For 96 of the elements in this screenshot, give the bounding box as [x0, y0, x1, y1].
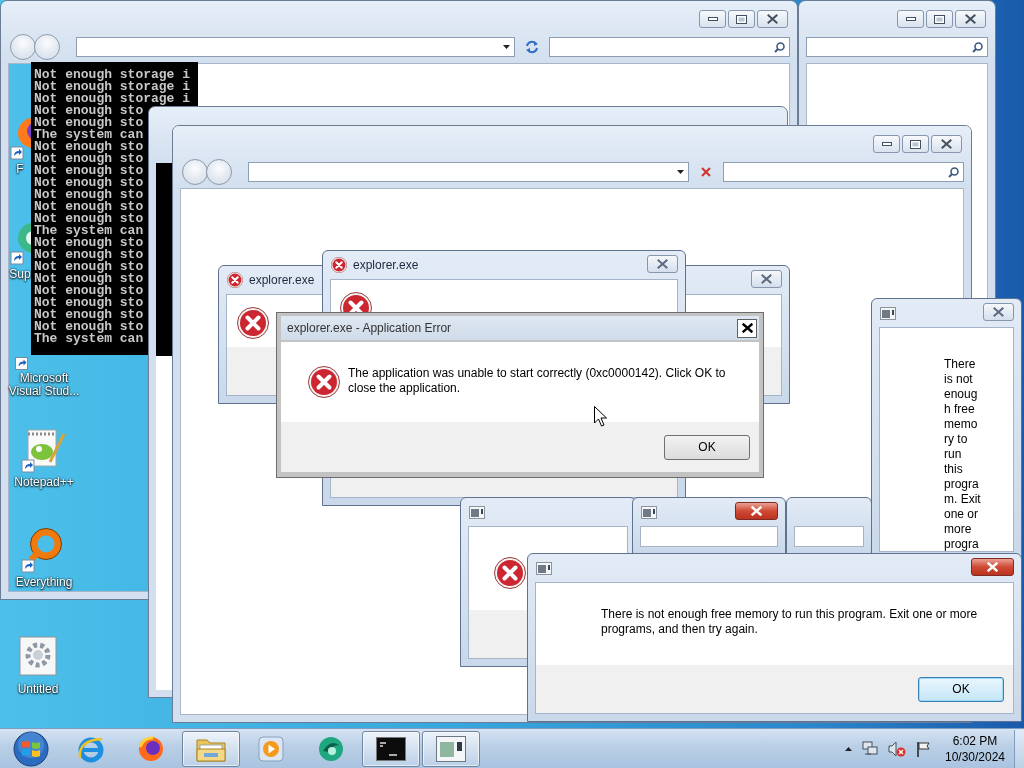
taskbar-button[interactable] [362, 730, 420, 767]
chevron-up-icon [845, 746, 852, 751]
shortcut-arrow-icon [15, 357, 28, 370]
message-text: The application was unable to start correctly (0xc0000142). Click OK to close the application. [348, 366, 727, 396]
close-button[interactable] [737, 318, 757, 338]
minimize-button[interactable] [873, 135, 900, 153]
error-icon [331, 257, 347, 273]
console-line: Not enough sto [34, 249, 145, 261]
address-field[interactable] [76, 37, 515, 57]
desktop-shortcut[interactable]: Microsoft Visual Stud... [8, 357, 80, 398]
close-icon [751, 506, 762, 516]
error-icon [227, 272, 243, 288]
console-line: Not enough sto [34, 141, 145, 153]
address-field[interactable] [248, 162, 689, 182]
flag-icon [916, 740, 932, 757]
search-field[interactable] [723, 162, 964, 182]
console-line: Not enough sto [34, 297, 145, 309]
caret-icon [677, 170, 684, 174]
console-line: Not enough storage i [34, 93, 192, 105]
window-title: explorer.exe - Application Error [287, 321, 452, 335]
console-line: Not enough sto [34, 165, 145, 177]
window-title: explorer.exe [249, 273, 315, 287]
caret-icon [503, 45, 510, 49]
desktop-shortcut[interactable]: Notepad++ [9, 426, 79, 489]
minimize-icon [707, 16, 718, 22]
minimize-icon [905, 16, 916, 22]
close-button[interactable] [931, 135, 962, 153]
close-button[interactable] [971, 558, 1014, 576]
console-line: Not enough sto [34, 261, 145, 273]
maximize-button[interactable] [926, 10, 953, 28]
message-text: There is not enough free memory to run this program. Exit one or more programs, and then try again. [601, 607, 979, 637]
terminal-icon [376, 736, 406, 761]
window-title: explorer.exe [353, 258, 419, 272]
console-line: Not enough sto [34, 177, 145, 189]
minimize-button[interactable] [699, 10, 726, 28]
maximize-button[interactable] [902, 135, 929, 153]
close-button[interactable] [955, 10, 986, 28]
minimize-icon [881, 141, 892, 147]
window-icon [641, 505, 657, 519]
taskbar-button[interactable] [422, 730, 480, 767]
stop-icon [700, 166, 712, 178]
window-icon [536, 561, 552, 575]
close-icon [767, 14, 778, 24]
desktop-shortcut[interactable]: Untitled [1, 633, 75, 696]
minimize-button[interactable] [897, 10, 924, 28]
notepad-icon [20, 426, 68, 474]
browser-icon [136, 733, 166, 764]
refresh-icon [525, 40, 539, 54]
desktop-shortcut[interactable]: Everything [9, 526, 79, 589]
console-line: Not enough sto [34, 309, 145, 321]
maximize-icon [736, 14, 747, 24]
play-icon [258, 735, 284, 762]
close-button[interactable] [735, 502, 778, 520]
network-icon [862, 740, 878, 757]
console-line: Not enough storage i [34, 81, 192, 93]
search-icon [972, 41, 983, 53]
close-icon [761, 274, 772, 284]
maximize-button[interactable] [728, 10, 755, 28]
volume-muted-icon [888, 740, 906, 757]
dialog-body [794, 526, 864, 547]
console-line: Not enough sto [34, 201, 145, 213]
console-line: The system can [34, 333, 145, 345]
console-line: Not enough sto [34, 117, 145, 129]
close-icon [965, 14, 976, 24]
window-icon [469, 505, 485, 519]
ok-button[interactable]: OK [918, 676, 1004, 702]
search-icon [948, 166, 959, 178]
close-icon [987, 562, 998, 572]
console-line: Not enough sto [34, 105, 144, 117]
close-icon [993, 307, 1004, 317]
close-icon [657, 259, 668, 269]
maximize-icon [934, 14, 945, 24]
maximize-icon [910, 139, 921, 149]
message-text: There is not enoug h free memo ry to run this progra m. Exit one or more progra [944, 357, 981, 551]
search-field[interactable] [549, 37, 790, 57]
close-icon [941, 139, 952, 149]
console-line: Not enough sto [34, 273, 145, 285]
console-line: The system can [34, 225, 145, 237]
ok-button[interactable]: OK [664, 434, 750, 460]
console-line: The system can [34, 129, 145, 141]
console-line: Not enough sto [34, 237, 145, 249]
close-icon [741, 323, 753, 333]
clock[interactable]: 6:02 PM 10/30/2024 [938, 732, 1012, 765]
mouse-pointer-icon [594, 406, 607, 427]
console-line: Not enough sto [34, 189, 145, 201]
console-line: Not enough sto [34, 213, 145, 225]
close-button[interactable] [757, 10, 788, 28]
console-line: Not enough storage i [34, 69, 192, 81]
search-icon [774, 41, 785, 53]
start-orb-icon [13, 730, 49, 767]
window-icon [880, 306, 896, 320]
console-line: Not enough sto [34, 153, 145, 165]
window-icon [436, 735, 466, 762]
search-field[interactable] [806, 37, 988, 57]
console-line: Not enough sto [34, 285, 145, 297]
console-line: Not enough sto [34, 321, 145, 333]
